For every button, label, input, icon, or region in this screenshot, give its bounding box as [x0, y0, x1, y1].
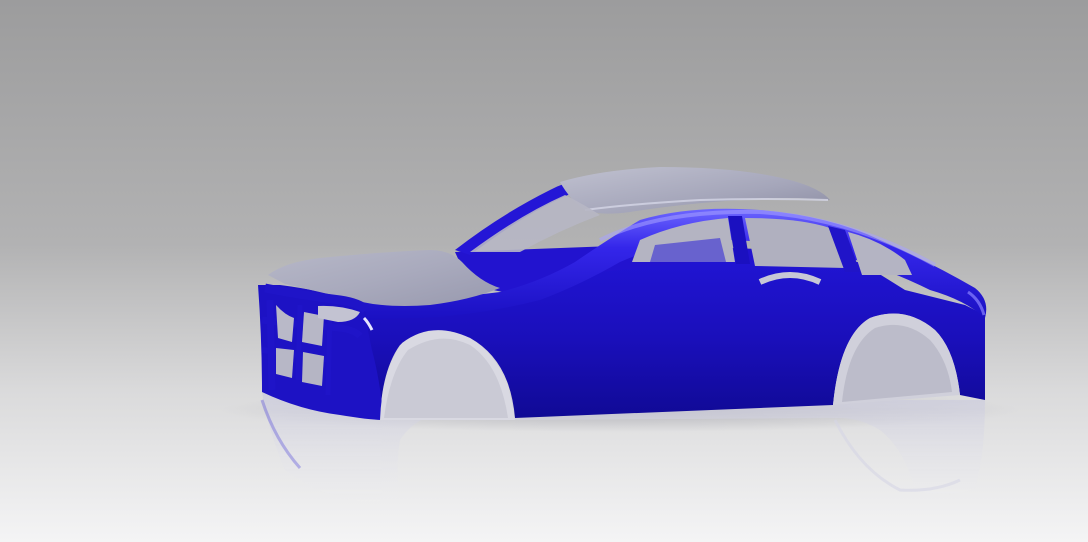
car-render-scene	[0, 0, 1088, 542]
render-viewport	[0, 0, 1088, 542]
